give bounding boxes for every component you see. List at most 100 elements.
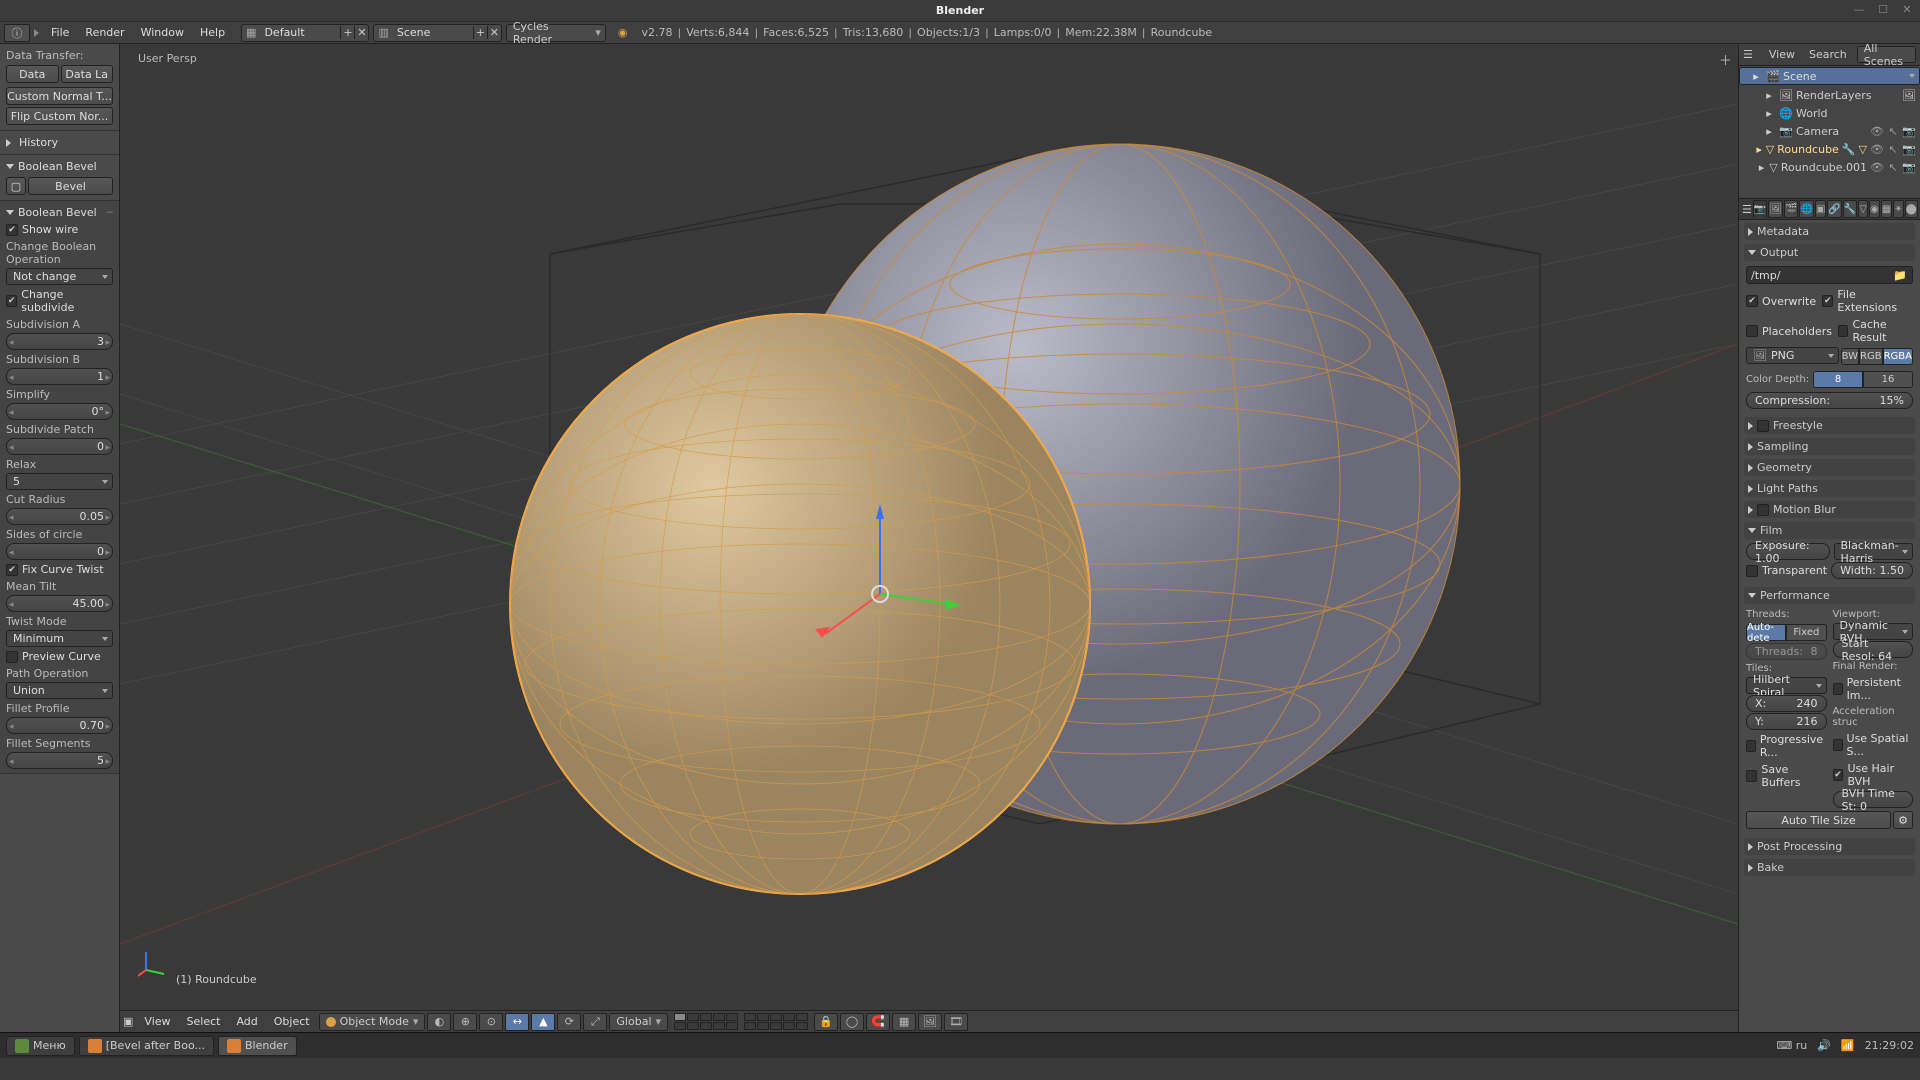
renderlayer-image-icon[interactable]: 🖼	[1902, 88, 1916, 102]
tab-world[interactable]: 🌐	[1799, 200, 1813, 218]
manipulator-toggle[interactable]: ↔	[505, 1013, 529, 1031]
change-boolean-dropdown[interactable]: Not change	[6, 268, 113, 285]
add-menu[interactable]: Add	[229, 1015, 264, 1028]
output-path-field[interactable]: /tmp/📁	[1746, 266, 1913, 284]
tab-modifiers[interactable]: 🔧	[1843, 200, 1857, 218]
menu-window[interactable]: Window	[133, 26, 192, 39]
volume-icon[interactable]: 🔊	[1817, 1039, 1831, 1052]
save-buffers-checkbox[interactable]: Save Buffers	[1746, 761, 1827, 791]
panel-performance[interactable]: Performance	[1744, 587, 1915, 604]
scene-input[interactable]	[393, 26, 473, 39]
filter-width-input[interactable]: Width:1.50	[1831, 562, 1913, 579]
viewport-canvas[interactable]	[120, 44, 1738, 1010]
twist-mode-dropdown[interactable]: Minimum	[6, 630, 113, 647]
restrict-select-icon[interactable]: ↖	[1886, 143, 1900, 156]
pixel-filter-dropdown[interactable]: Blackman-Harris	[1834, 543, 1914, 560]
file-extensions-checkbox[interactable]: File Extensions	[1822, 286, 1913, 316]
outliner-row-world[interactable]: ▸🌐World	[1739, 104, 1920, 122]
tile-x-input[interactable]: X:240	[1746, 695, 1827, 712]
start-resolution-input[interactable]: Start Resol: 64	[1833, 641, 1914, 658]
tab-material[interactable]: ◉	[1869, 200, 1880, 218]
taskbar-item-blender[interactable]: Blender	[218, 1036, 297, 1056]
bevel-icon-button[interactable]: ▢	[6, 177, 26, 195]
relax-dropdown[interactable]: 5	[6, 473, 113, 490]
view-menu[interactable]: View	[137, 1015, 177, 1028]
tab-texture[interactable]: ▦	[1881, 200, 1892, 218]
auto-tile-settings-button[interactable]: ⚙	[1893, 811, 1913, 829]
custom-normal-button[interactable]: Custom Normal T...	[6, 87, 113, 105]
opengl-render-anim[interactable]: 🎞	[944, 1013, 968, 1031]
depth-16-toggle[interactable]: 16	[1863, 371, 1913, 388]
scene-del-button[interactable]: ✕	[487, 26, 501, 39]
bvh-time-steps-input[interactable]: BVH Time St: 0	[1833, 791, 1914, 808]
properties-editor-type-icon[interactable]: ☰	[1742, 203, 1752, 216]
flip-normals-button[interactable]: Flip Custom Nor...	[6, 107, 113, 125]
collapse-menus-icon[interactable]	[34, 29, 39, 37]
panel-metadata[interactable]: Metadata	[1744, 223, 1915, 240]
clock[interactable]: 21:29:02	[1865, 1039, 1914, 1052]
threads-fixed-toggle[interactable]: Fixed	[1786, 624, 1826, 641]
subdivide-patch-input[interactable]: ◂0▸	[6, 438, 113, 455]
outliner-view-menu[interactable]: View	[1765, 48, 1799, 61]
snap-element-dropdown[interactable]: ▦	[892, 1013, 916, 1031]
layout-add-button[interactable]: +	[340, 26, 354, 39]
shading-mode-dropdown[interactable]: ◐	[427, 1013, 451, 1031]
pivot-dropdown[interactable]: ⊕	[453, 1013, 477, 1031]
boolean-bevel-op-header[interactable]: Boolean Bevel	[6, 158, 113, 175]
tile-y-input[interactable]: Y:216	[1746, 713, 1827, 730]
outliner-row-camera[interactable]: ▸📷Camera👁↖📷	[1739, 122, 1920, 140]
properties-region[interactable]: Metadata Output /tmp/📁 Overwrite File Ex…	[1739, 220, 1920, 1032]
restrict-select-icon[interactable]: ↖	[1886, 125, 1900, 138]
panel-film[interactable]: Film	[1744, 522, 1915, 539]
exposure-input[interactable]: Exposure: 1.00	[1746, 543, 1830, 560]
tab-object[interactable]: ▣	[1815, 200, 1826, 218]
orientation-dropdown[interactable]: Global▾	[609, 1013, 668, 1031]
tab-render[interactable]: 📷	[1753, 200, 1767, 218]
progressive-refine-checkbox[interactable]: Progressive R...	[1746, 731, 1827, 761]
tab-scene[interactable]: 🎬	[1784, 200, 1798, 218]
menu-help[interactable]: Help	[192, 26, 233, 39]
select-menu[interactable]: Select	[180, 1015, 228, 1028]
layer-buttons[interactable]	[674, 1013, 808, 1030]
snap-toggle[interactable]: 🧲	[866, 1013, 890, 1031]
menu-render[interactable]: Render	[77, 26, 132, 39]
layout-del-button[interactable]: ✕	[354, 26, 368, 39]
tree-expand-icon[interactable]: ▸	[1757, 160, 1766, 174]
interaction-mode-dropdown[interactable]: Object Mode▾	[319, 1013, 426, 1031]
menu-file[interactable]: File	[43, 26, 77, 39]
outliner-tree[interactable]: ▸🎬Scene▸🖼RenderLayers🖼▸🌐World▸📷Camera👁↖📷…	[1739, 66, 1920, 198]
mean-tilt-input[interactable]: ◂45.00▸	[6, 595, 113, 612]
sides-input[interactable]: ◂0▸	[6, 543, 113, 560]
threads-auto-toggle[interactable]: Auto-dete	[1746, 624, 1786, 641]
panel-sampling[interactable]: Sampling	[1744, 438, 1915, 455]
data-button[interactable]: Data	[6, 65, 59, 83]
tab-constraints[interactable]: 🔗	[1827, 200, 1841, 218]
restrict-view-icon[interactable]: 👁	[1870, 125, 1884, 138]
tab-physics[interactable]: ⬤	[1905, 200, 1918, 218]
color-bw-toggle[interactable]: BW	[1841, 348, 1859, 365]
panel-output[interactable]: Output	[1744, 244, 1915, 261]
tab-particles[interactable]: ✴	[1893, 200, 1903, 218]
view3d-editor-type-icon[interactable]: ▣	[123, 1015, 133, 1028]
show-wire-checkbox[interactable]: Show wire	[6, 221, 113, 238]
scene-field[interactable]: ▥ + ✕	[373, 24, 501, 42]
compression-slider[interactable]: Compression:15%	[1746, 392, 1913, 409]
tab-data[interactable]: ▽	[1858, 200, 1868, 218]
restrict-view-icon[interactable]: 👁	[1870, 143, 1884, 156]
editor-type-icon[interactable]: ⓘ	[4, 24, 30, 42]
cache-result-checkbox[interactable]: Cache Result	[1838, 316, 1913, 346]
outliner-row-roundcube-001[interactable]: ▸▽Roundcube.001👁↖📷	[1739, 158, 1920, 176]
3d-viewport[interactable]: ＋ User Persp	[120, 44, 1738, 1010]
outliner-row-scene[interactable]: ▸🎬Scene	[1739, 67, 1920, 85]
opengl-render-image[interactable]: 🖼	[918, 1013, 942, 1031]
color-rgb-toggle[interactable]: RGB	[1859, 348, 1883, 365]
auto-tile-size-button[interactable]: Auto Tile Size	[1746, 811, 1891, 829]
path-operation-dropdown[interactable]: Union	[6, 682, 113, 699]
panel-geometry[interactable]: Geometry	[1744, 459, 1915, 476]
fillet-profile-input[interactable]: ◂0.70▸	[6, 717, 113, 734]
threads-count-input[interactable]: Threads:8	[1746, 643, 1827, 660]
persistent-images-checkbox[interactable]: Persistent Im...	[1833, 674, 1914, 704]
scene-add-button[interactable]: +	[473, 26, 487, 39]
fillet-segments-input[interactable]: ◂5▸	[6, 752, 113, 769]
minimize-icon[interactable]: —	[1852, 2, 1866, 16]
